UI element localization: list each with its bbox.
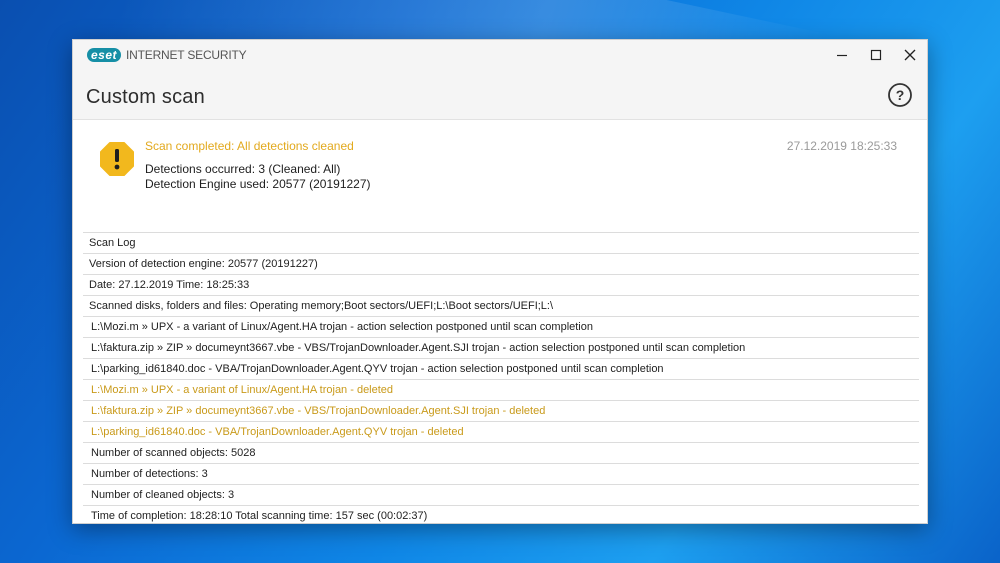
warning-icon — [100, 142, 134, 176]
log-row: L:\parking_id61840.doc - VBA/TrojanDownl… — [83, 358, 919, 379]
window-controls — [825, 40, 927, 70]
close-button[interactable] — [893, 40, 927, 70]
log-row: Number of detections: 3 — [83, 463, 919, 484]
scan-log[interactable]: Scan Log Version of detection engine: 20… — [83, 232, 919, 523]
detections-summary: Detections occurred: 3 (Cleaned: All) — [145, 162, 341, 176]
log-row: Scanned disks, folders and files: Operat… — [83, 295, 919, 316]
eset-window: eset INTERNET SECURITY Custom scan ? Sca… — [72, 39, 928, 524]
product-name: INTERNET SECURITY — [126, 48, 247, 62]
page-title: Custom scan — [86, 86, 205, 108]
close-icon — [904, 49, 916, 61]
log-row: L:\faktura.zip » ZIP » documeynt3667.vbe… — [83, 337, 919, 358]
log-row: Version of detection engine: 20577 (2019… — [83, 253, 919, 274]
help-circle-icon[interactable]: ? — [887, 82, 913, 108]
minimize-button[interactable] — [825, 40, 859, 70]
log-row-deleted: L:\Mozi.m » UPX - a variant of Linux/Age… — [83, 379, 919, 400]
title-bar[interactable]: eset INTERNET SECURITY — [73, 40, 927, 74]
minimize-icon — [837, 54, 847, 57]
scan-status: Scan completed: All detections cleaned — [145, 139, 354, 153]
log-row: Date: 27.12.2019 Time: 18:25:33 — [83, 274, 919, 295]
eset-logo: eset — [87, 48, 122, 62]
log-row-deleted: L:\parking_id61840.doc - VBA/TrojanDownl… — [83, 421, 919, 442]
log-row: L:\Mozi.m » UPX - a variant of Linux/Age… — [83, 316, 919, 337]
maximize-button[interactable] — [859, 40, 893, 70]
maximize-icon — [870, 49, 882, 61]
scan-summary: Scan completed: All detections cleaned 2… — [73, 120, 927, 232]
log-row: Number of cleaned objects: 3 — [83, 484, 919, 505]
log-row: Number of scanned objects: 5028 — [83, 442, 919, 463]
engine-summary: Detection Engine used: 20577 (20191227) — [145, 177, 371, 191]
scan-timestamp: 27.12.2019 18:25:33 — [786, 139, 897, 153]
svg-text:?: ? — [896, 87, 905, 103]
log-row: Scan Log — [83, 232, 919, 253]
log-row-deleted: L:\faktura.zip » ZIP » documeynt3667.vbe… — [83, 400, 919, 421]
brand: eset INTERNET SECURITY — [87, 48, 247, 62]
scan-content: Scan completed: All detections cleaned 2… — [73, 119, 927, 523]
page-header: Custom scan ? — [73, 74, 927, 119]
log-row: Time of completion: 18:28:10 Total scann… — [83, 505, 919, 523]
